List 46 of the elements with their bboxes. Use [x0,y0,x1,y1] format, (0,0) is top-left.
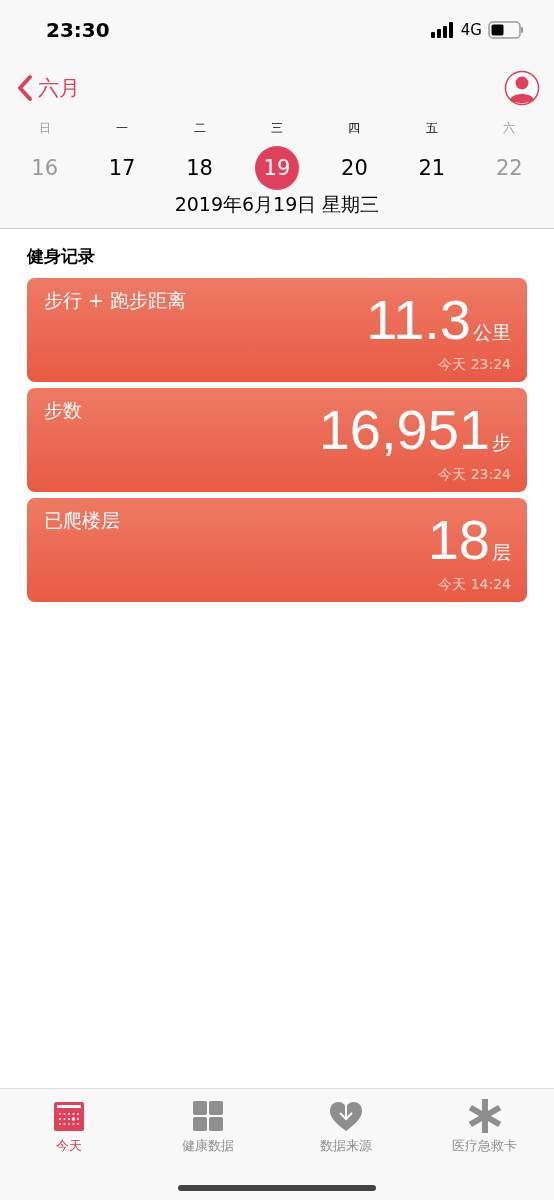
tab-item[interactable]: 今天 [0,1099,139,1155]
day-number[interactable]: 17 [100,146,145,190]
network-label: 4G [460,21,482,39]
weekday-label: 二 [193,120,206,137]
card-time: 今天 23:24 [438,466,511,484]
metric-value: 11.3 [366,292,471,348]
heart-download-icon [329,1099,364,1133]
back-button[interactable]: 六月 [16,74,80,102]
day-number[interactable]: 20 [332,146,377,190]
metric-value: 16,951 [318,402,490,458]
metric-card[interactable]: 步行 + 跑步距离 11.3 公里 今天 23:24 [27,278,527,382]
day-number[interactable]: 22 [487,146,532,190]
weekday-label: 四 [348,120,361,137]
status-time: 23:30 [46,18,110,42]
tab-item[interactable]: 医疗急救卡 [415,1099,554,1155]
metric-card[interactable]: 步数 16,951 步 今天 23:24 [27,388,527,492]
section-title: 健身记录 [27,245,96,268]
metric-card[interactable]: 已爬楼层 18 层 今天 14:24 [27,498,527,602]
day-number[interactable]: 19 [255,146,299,190]
battery-icon [488,21,524,39]
card-time: 今天 14:24 [438,576,511,594]
calendar-icon [54,1099,85,1133]
card-title: 已爬楼层 [44,508,120,533]
tab-item[interactable]: 数据来源 [277,1099,416,1155]
weekday-label: 日 [38,120,51,137]
weekday-label: 六 [503,120,516,137]
day-number[interactable]: 16 [22,146,67,190]
card-title: 步行 + 跑步距离 [44,288,186,313]
signal-icon [430,22,455,38]
weekday-label: 五 [425,120,438,137]
card-title: 步数 [44,398,82,423]
metric-unit: 公里 [473,323,511,342]
weekday-label: 一 [116,120,129,137]
asterisk-icon [468,1099,501,1133]
chevron-icon [16,74,34,102]
metric-value: 18 [427,512,490,568]
metric-unit: 层 [492,543,511,562]
profile-avatar[interactable] [504,70,540,106]
day-number[interactable]: 18 [177,146,222,190]
selected-date: 2019年6月19日 星期三 [173,192,381,217]
weekday-label: 三 [271,120,283,137]
card-time: 今天 23:24 [438,356,511,374]
day-number[interactable]: 21 [409,146,454,190]
tab-item[interactable]: 健康数据 [138,1099,277,1155]
grid-icon [192,1099,223,1133]
metric-unit: 步 [492,433,511,452]
